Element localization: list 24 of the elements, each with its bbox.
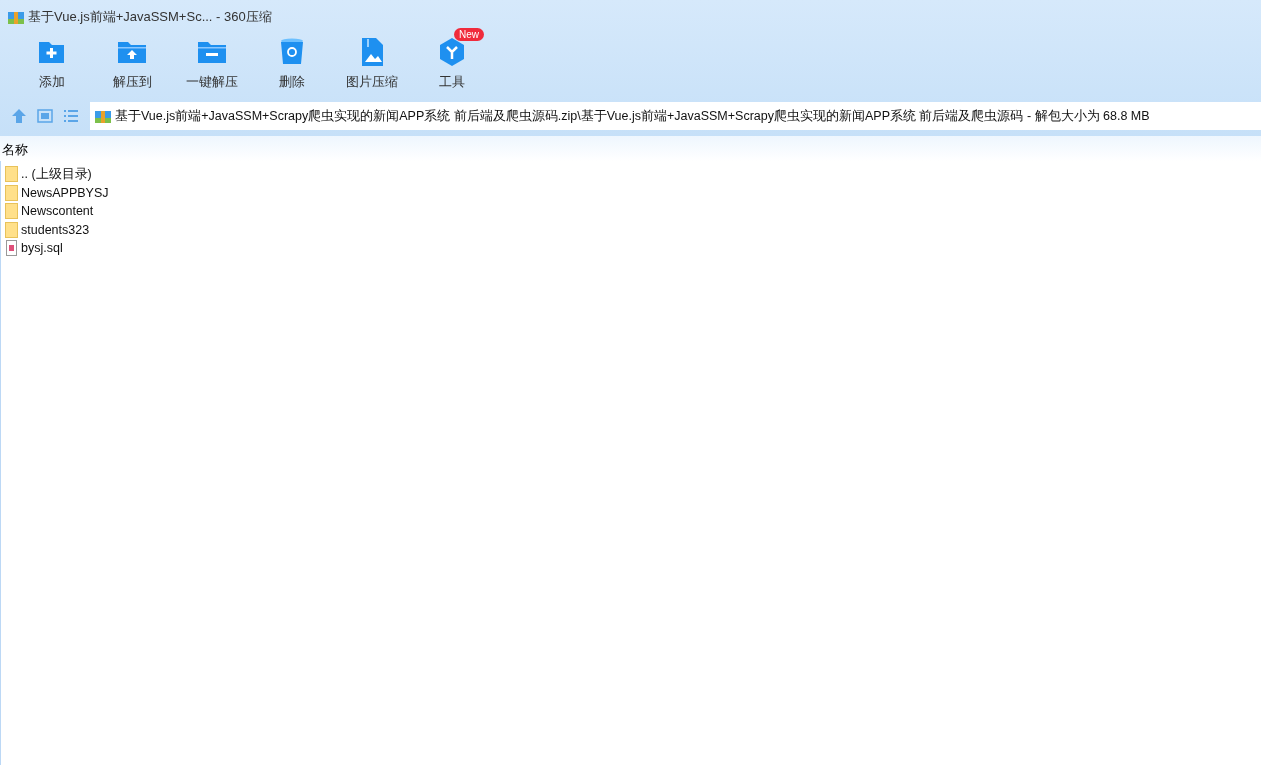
new-badge: New xyxy=(454,28,484,41)
folder-icon xyxy=(5,184,18,201)
up-arrow-icon[interactable] xyxy=(10,107,28,125)
file-name[interactable]: .. (上级目录) xyxy=(21,165,92,183)
address-field[interactable]: 基于Vue.js前端+JavaSSM+Scrapy爬虫实现的新闻APP系统 前后端及爬虫源码.zip\基于Vue.js前端+JavaSSM+Scrapy爬虫实现的新闻APP系统 前后端及爬虫源码 - 解包大小为 68.8 MB xyxy=(90,102,1261,130)
file-name[interactable]: students323 xyxy=(21,222,90,237)
toolbar-button[interactable]: 删除 xyxy=(252,28,332,91)
file-name[interactable]: NewsAPPBYSJ xyxy=(21,185,109,200)
file-icon xyxy=(5,240,18,257)
toolbar-button[interactable]: 添加 xyxy=(12,28,92,91)
list-view-icon[interactable] xyxy=(62,107,80,125)
toolbar-button[interactable]: 解压到 xyxy=(92,28,172,91)
toolbar-button[interactable]: 一键解压 xyxy=(172,28,252,91)
folder-icon xyxy=(5,221,18,238)
folder-icon xyxy=(5,166,18,183)
thumbnail-view-icon[interactable] xyxy=(36,107,54,125)
toolbar-button[interactable]: 图片压缩 xyxy=(332,28,412,91)
archive-icon xyxy=(95,108,111,124)
file-name[interactable]: bysj.sql xyxy=(21,241,63,256)
folder-icon xyxy=(5,203,18,220)
file-name[interactable]: Newscontent xyxy=(21,204,94,219)
toolbar-button[interactable]: New 工具 xyxy=(412,28,492,91)
window-title: 基于Vue.js前端+JavaSSM+Sc... - 360压缩 xyxy=(28,8,272,26)
archive-icon xyxy=(8,9,24,25)
